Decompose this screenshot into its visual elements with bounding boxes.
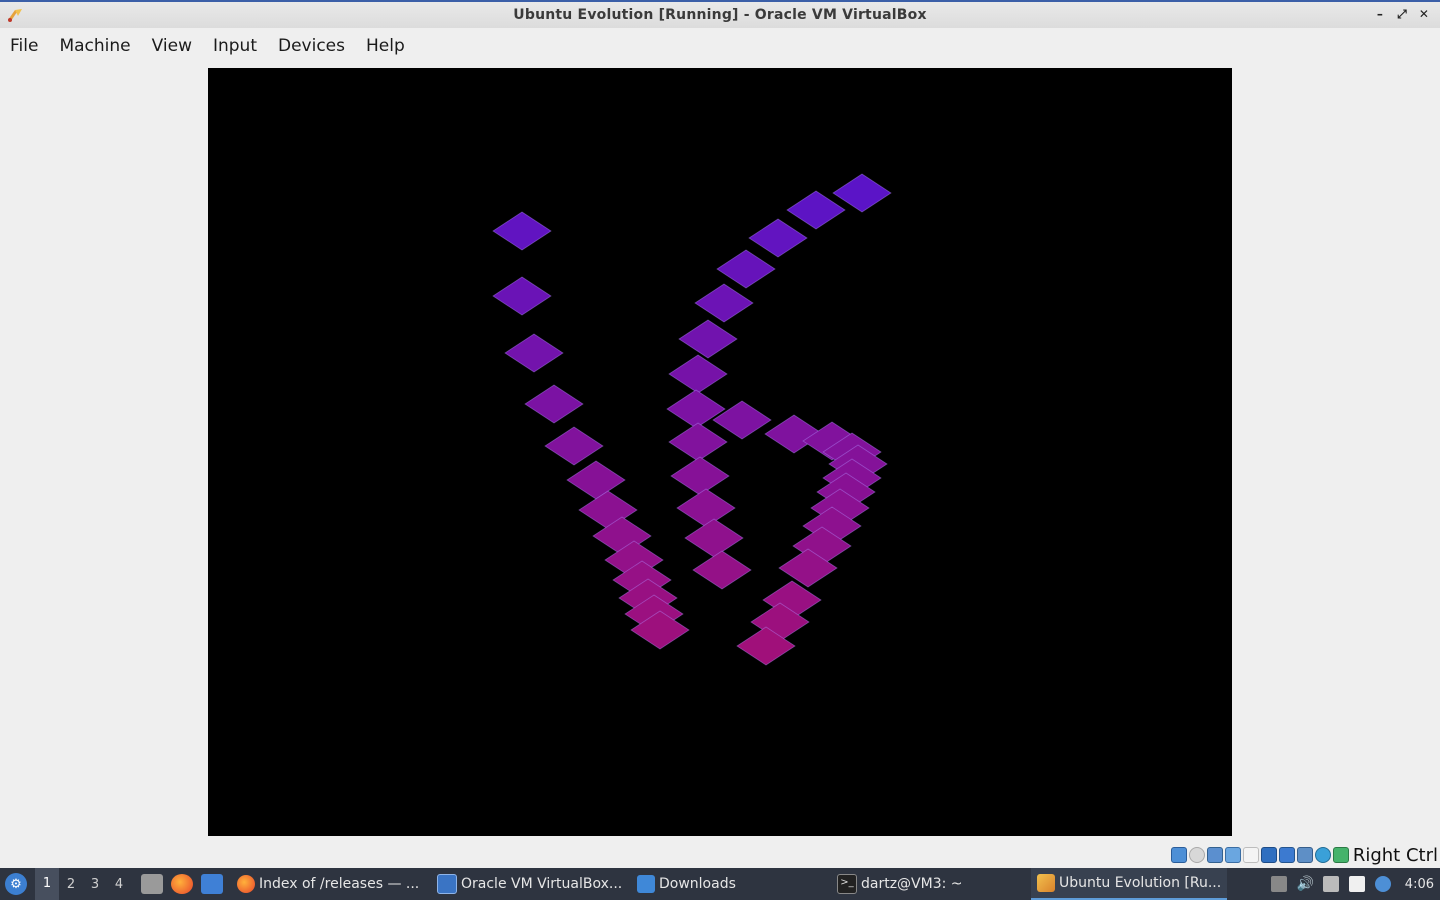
task-label: Ubuntu Evolution [Ru... xyxy=(1059,875,1222,891)
vm-status-bar: Right Ctrl xyxy=(0,842,1440,868)
animation-tile xyxy=(492,276,552,316)
audio-icon[interactable] xyxy=(1206,847,1223,863)
workspace-3[interactable]: 3 xyxy=(83,877,107,892)
maximize-button[interactable]: ⤢ xyxy=(1394,6,1410,22)
animation-tile xyxy=(832,173,892,213)
menu-devices[interactable]: Devices xyxy=(268,36,355,56)
taskbar: ⚙ 1 2 3 4 Index of /releases — ... Oracl… xyxy=(0,868,1440,900)
menu-input[interactable]: Input xyxy=(203,36,267,56)
cpu-icon[interactable] xyxy=(1314,847,1331,863)
folder-icon xyxy=(637,875,655,893)
virtualbox-vm-icon xyxy=(8,9,22,22)
firefox-launcher-icon[interactable] xyxy=(171,874,193,894)
animation-tile xyxy=(544,426,604,466)
menu-file[interactable]: File xyxy=(0,36,48,56)
animation-tile xyxy=(748,218,808,258)
file-manager-launcher-icon[interactable] xyxy=(141,874,163,894)
animation-tile xyxy=(670,456,730,496)
firefox-icon xyxy=(237,875,255,893)
start-menu-icon[interactable]: ⚙ xyxy=(5,873,27,895)
animation-tile xyxy=(566,460,626,500)
system-tray: 🔊 4:06 xyxy=(1270,876,1440,892)
animation-tile xyxy=(716,249,776,289)
animation-tile xyxy=(678,319,738,359)
volume-icon[interactable]: 🔊 xyxy=(1297,876,1314,892)
hard-disk-icon[interactable] xyxy=(1170,847,1187,863)
clipboard-icon[interactable] xyxy=(1348,876,1365,892)
virtualbox-vm-icon xyxy=(1037,874,1055,892)
vm-boot-animation xyxy=(492,173,892,666)
terminal-icon: >_ xyxy=(837,874,857,894)
clock: 4:06 xyxy=(1404,876,1434,892)
network-tray-icon[interactable] xyxy=(1322,876,1339,892)
animation-tile xyxy=(668,422,728,462)
shared-folders-icon[interactable] xyxy=(1260,847,1277,863)
animation-tile xyxy=(684,518,744,558)
task-label: Index of /releases — ... xyxy=(259,876,420,892)
recording-icon[interactable] xyxy=(1296,847,1313,863)
usb-icon[interactable] xyxy=(1242,847,1259,863)
close-button[interactable]: ✕ xyxy=(1416,6,1432,22)
task-ubuntu-evolution[interactable]: Ubuntu Evolution [Ru... xyxy=(1031,868,1227,900)
notification-icon[interactable] xyxy=(1374,876,1391,892)
task-virtualbox-manager[interactable]: Oracle VM VirtualBox... xyxy=(431,868,631,900)
animation-tile xyxy=(524,384,584,424)
animation-tile xyxy=(668,354,728,394)
menu-bar: File Machine View Input Devices Help xyxy=(0,28,1440,64)
task-label: Oracle VM VirtualBox... xyxy=(461,876,623,892)
host-key-label: Right Ctrl xyxy=(1352,844,1438,866)
menu-machine[interactable]: Machine xyxy=(49,36,140,56)
workspace-2[interactable]: 2 xyxy=(59,877,83,892)
animation-tile xyxy=(492,211,552,251)
task-firefox[interactable]: Index of /releases — ... xyxy=(231,868,431,900)
desktop-launcher-icon[interactable] xyxy=(201,874,223,894)
task-terminal[interactable]: >_ dartz@VM3: ~ xyxy=(831,868,1031,900)
menu-help[interactable]: Help xyxy=(356,36,415,56)
vm-display[interactable] xyxy=(208,68,1232,836)
window-titlebar[interactable]: Ubuntu Evolution [Running] - Oracle VM V… xyxy=(0,0,1440,28)
task-label: dartz@VM3: ~ xyxy=(861,876,963,892)
task-label: Downloads xyxy=(659,876,736,892)
workspace-1[interactable]: 1 xyxy=(35,868,59,900)
animation-tile xyxy=(694,283,754,323)
update-notifier-icon[interactable] xyxy=(1270,876,1287,892)
optical-drive-icon[interactable] xyxy=(1188,847,1205,863)
network-icon[interactable] xyxy=(1224,847,1241,863)
animation-tile xyxy=(504,333,564,373)
mouse-integration-icon[interactable] xyxy=(1332,847,1349,863)
animation-tile xyxy=(786,190,846,230)
window-title: Ubuntu Evolution [Running] - Oracle VM V… xyxy=(513,7,927,23)
animation-tile xyxy=(692,550,752,590)
virtualbox-icon xyxy=(437,874,457,894)
workspace-4[interactable]: 4 xyxy=(107,877,131,892)
minimize-button[interactable]: – xyxy=(1372,6,1388,22)
menu-view[interactable]: View xyxy=(142,36,202,56)
task-downloads[interactable]: Downloads xyxy=(631,868,831,900)
animation-tile xyxy=(676,488,736,528)
display-icon[interactable] xyxy=(1278,847,1295,863)
